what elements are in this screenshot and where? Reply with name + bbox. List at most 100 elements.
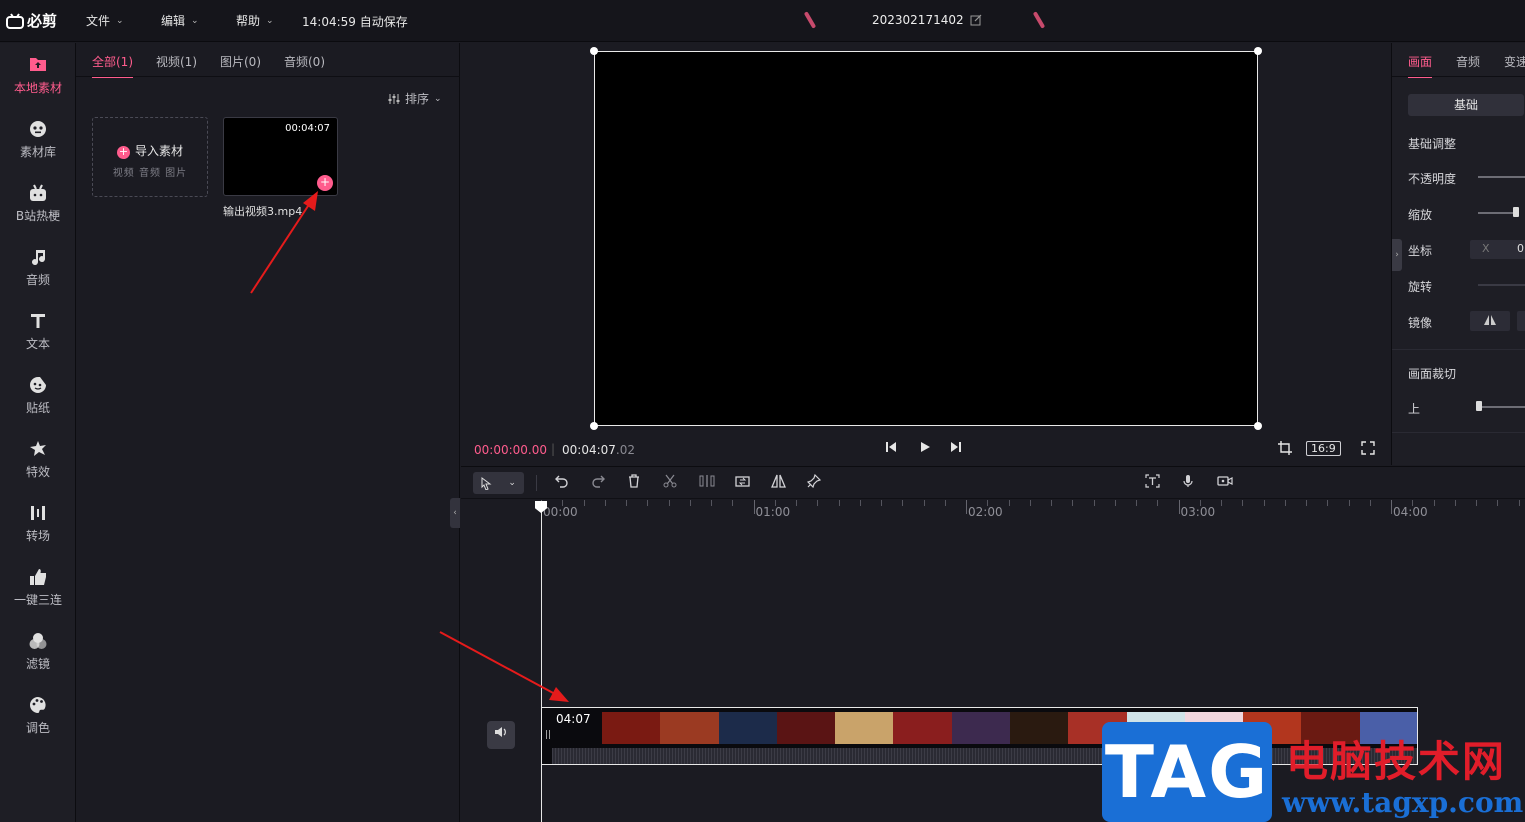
sort-button[interactable]: 排序 ⌄: [388, 90, 442, 107]
ruler-minor-tick: [838, 500, 840, 506]
media-filename: 输出视频3.mp4: [223, 205, 303, 218]
resize-handle[interactable]: [590, 422, 598, 430]
pin-icon[interactable]: [806, 473, 822, 492]
text-recognition-icon[interactable]: [1145, 474, 1160, 492]
basic-tab-button[interactable]: 基础: [1408, 94, 1524, 116]
clip-frame: [893, 712, 952, 744]
mirror-horizontal-button[interactable]: [1470, 311, 1510, 331]
project-title[interactable]: 202302171402: [872, 13, 982, 27]
ruler-major-tick: [1178, 500, 1180, 514]
resize-handle[interactable]: [1254, 422, 1262, 430]
scissors-icon[interactable]: [663, 474, 677, 492]
ruler-major-tick: [753, 500, 755, 514]
menu-edit-label: 编辑: [161, 14, 186, 28]
position-x-value: 0: [1517, 242, 1524, 255]
split-icon[interactable]: [699, 474, 715, 492]
ruler-minor-tick: [881, 500, 882, 506]
divider: [1392, 76, 1525, 77]
ruler-minor-tick: [1242, 500, 1244, 506]
rail-item-color-grade[interactable]: 调色: [0, 695, 76, 736]
rail-item-label: 一键三连: [13, 593, 62, 607]
undo-icon[interactable]: [555, 474, 569, 492]
clip-frame: [776, 712, 836, 744]
rail-item-text[interactable]: 文本: [0, 311, 76, 352]
timeline-ruler[interactable]: 00:00 01:00 02:00 03:00 04:00: [541, 500, 1525, 524]
rail-item-local-media[interactable]: 本地素材: [0, 55, 76, 96]
rotate-slider[interactable]: [1478, 284, 1525, 286]
tab-audio[interactable]: 音频(0): [284, 53, 325, 78]
select-tool-dropdown[interactable]: ⌄: [473, 472, 524, 494]
rail-item-transition[interactable]: 转场: [0, 503, 76, 544]
menu-edit[interactable]: 编辑 ⌄: [161, 12, 199, 29]
resize-handle[interactable]: [1254, 47, 1262, 55]
camera-record-icon[interactable]: [1217, 474, 1233, 492]
ruler-minor-tick: [1518, 500, 1520, 506]
mirror-label: 镜像: [1408, 316, 1433, 330]
decor-slash-right: [1032, 11, 1046, 29]
mirror-icon: [1484, 315, 1496, 325]
tab-audio-props[interactable]: 音频: [1456, 53, 1480, 78]
import-media-button[interactable]: + 导入素材 视频 音频 图片: [92, 117, 208, 197]
opacity-slider[interactable]: [1478, 176, 1525, 178]
ruler-minor-tick: [1029, 500, 1031, 506]
sticker-icon: [28, 375, 48, 395]
playhead-line[interactable]: [541, 503, 542, 822]
music-note-icon: [28, 247, 48, 267]
aspect-ratio-button[interactable]: 16:9: [1306, 441, 1341, 456]
skip-forward-icon[interactable]: [950, 441, 962, 457]
replace-icon[interactable]: [735, 474, 750, 492]
app-logo: 必剪: [6, 10, 57, 31]
timecode-separator: |: [551, 442, 556, 456]
rail-item-bili-memes[interactable]: B站热梗: [0, 183, 76, 224]
current-timecode: 00:00:00.00: [474, 443, 547, 457]
mirror-vertical-button[interactable]: [1517, 311, 1525, 331]
crop-top-slider[interactable]: [1478, 406, 1525, 408]
add-to-timeline-icon[interactable]: +: [317, 175, 333, 191]
tab-picture[interactable]: 画面: [1408, 53, 1433, 78]
fullscreen-icon[interactable]: [1361, 441, 1375, 459]
ruler-minor-tick: [711, 500, 712, 506]
menu-help-label: 帮助: [236, 14, 261, 28]
ruler-minor-tick: [626, 500, 627, 506]
skip-back-icon[interactable]: [885, 441, 897, 457]
collapse-media-handle[interactable]: ‹: [450, 498, 460, 528]
thumbs-up-icon: [28, 567, 48, 587]
tab-speed[interactable]: 变速: [1504, 53, 1525, 78]
crop-icon[interactable]: [1278, 441, 1292, 459]
resize-handle[interactable]: [590, 47, 598, 55]
divider: [1392, 432, 1525, 433]
position-x-input[interactable]: X 0: [1470, 240, 1525, 259]
scale-slider-knob[interactable]: [1513, 207, 1519, 217]
rail-item-triple-like[interactable]: 一键三连: [0, 567, 76, 608]
rail-item-audio[interactable]: 音频: [0, 247, 76, 288]
media-thumbnail[interactable]: 00:04:07 +: [223, 117, 338, 196]
rename-edit-icon[interactable]: [970, 14, 982, 26]
menu-help[interactable]: 帮助 ⌄: [236, 12, 274, 29]
rail-item-label: 转场: [25, 529, 50, 543]
crop-top-slider-knob[interactable]: [1476, 401, 1482, 411]
preview-canvas[interactable]: [590, 47, 1262, 430]
ruler-minor-tick: [1348, 500, 1350, 506]
rail-item-effects[interactable]: 特效: [0, 439, 76, 480]
chevron-down-icon: ⌄: [508, 478, 516, 488]
rail-item-label: B站热梗: [15, 209, 61, 223]
ruler-minor-tick: [1072, 500, 1074, 506]
rail-item-filter[interactable]: 滤镜: [0, 631, 76, 672]
watermark: TAG 电脑技术网 www.tagxp.com: [1102, 722, 1525, 822]
tab-video[interactable]: 视频(1): [156, 53, 197, 78]
ruler-minor-tick: [647, 500, 649, 506]
flip-icon[interactable]: [771, 474, 786, 492]
collapse-panel-handle[interactable]: ›: [1392, 239, 1402, 271]
tab-all[interactable]: 全部(1): [92, 53, 133, 78]
redo-icon[interactable]: [591, 474, 605, 492]
track-volume-icon[interactable]: [487, 721, 515, 749]
microphone-icon[interactable]: [1182, 474, 1194, 492]
menu-file[interactable]: 文件 ⌄: [86, 12, 124, 29]
tab-image[interactable]: 图片(0): [220, 53, 261, 78]
clip-trim-handle[interactable]: ||: [545, 730, 551, 740]
scale-slider[interactable]: [1478, 212, 1516, 214]
rail-item-library[interactable]: 素材库: [0, 119, 76, 160]
play-icon[interactable]: [919, 441, 931, 457]
rail-item-sticker[interactable]: 贴纸: [0, 375, 76, 416]
delete-icon[interactable]: [627, 474, 641, 492]
